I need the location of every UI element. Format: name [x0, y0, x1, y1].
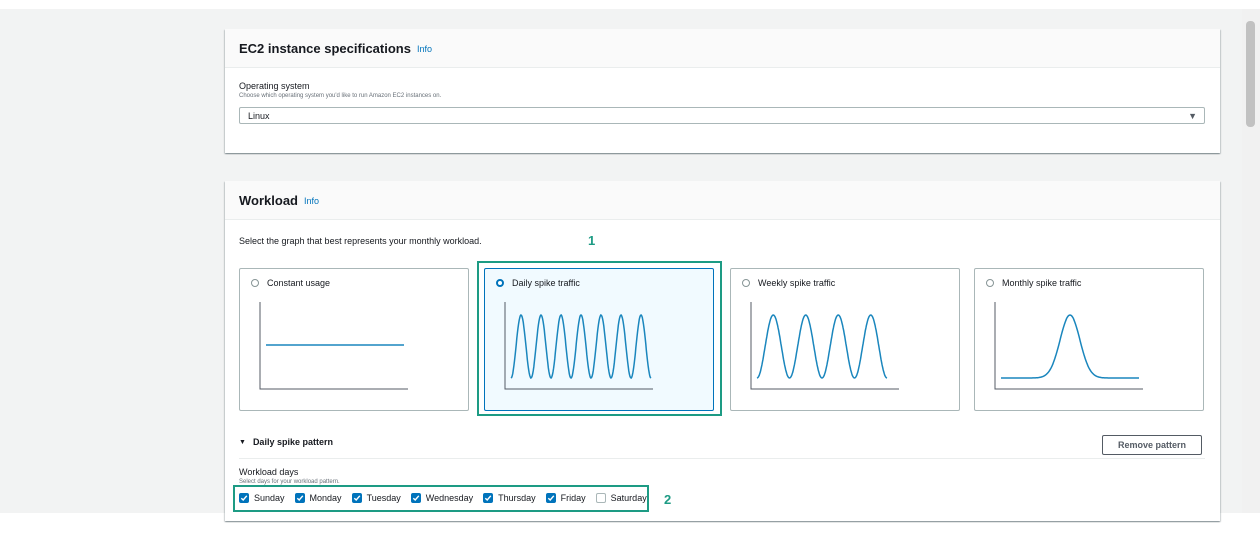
- pattern-section-title: Daily spike pattern: [252, 437, 333, 447]
- ec2-panel-title: EC2 instance specifications: [239, 40, 411, 56]
- ec2-panel-header: EC2 instance specifications Info: [225, 29, 1220, 68]
- os-select[interactable]: Linux ▼: [239, 107, 1205, 124]
- caret-down-icon: ▼: [1188, 110, 1197, 121]
- ec2-info-link[interactable]: Info: [417, 44, 432, 54]
- os-description: Choose which operating system you'd like…: [239, 93, 442, 99]
- series-line: [756, 314, 888, 379]
- os-select-value: Linux: [248, 110, 270, 121]
- highlight-box-days: [233, 485, 649, 512]
- series-line: [1001, 314, 1139, 379]
- workload-days-label: Workload days: [239, 467, 299, 477]
- monthly-spike-graph: [994, 302, 1143, 390]
- remove-pattern-button[interactable]: Remove pattern: [1102, 435, 1202, 455]
- workload-panel-title: Workload: [239, 192, 298, 208]
- daily-spike-pattern-toggle[interactable]: ▼ Daily spike pattern: [239, 437, 333, 447]
- scrollbar-thumb[interactable]: [1246, 21, 1255, 127]
- workload-panel-header: Workload Info: [225, 181, 1220, 220]
- ec2-specifications-panel: EC2 instance specifications Info Operati…: [225, 29, 1220, 153]
- card-weekly-spike-traffic[interactable]: Weekly spike traffic: [730, 268, 960, 411]
- workload-info-link[interactable]: Info: [304, 196, 319, 206]
- step-number-2: 2: [664, 492, 672, 507]
- weekly-spike-graph: [750, 302, 899, 390]
- section-divider: [239, 458, 1205, 459]
- os-label: Operating system: [239, 81, 310, 91]
- workload-panel: Workload Info Select the graph that best…: [225, 181, 1220, 521]
- step-number-1: 1: [588, 233, 596, 248]
- caret-down-icon: ▼: [239, 438, 246, 446]
- vertical-scrollbar[interactable]: [1242, 9, 1260, 513]
- highlight-box-selected-card: [477, 261, 722, 416]
- card-constant-usage[interactable]: Constant usage: [239, 268, 469, 411]
- card-monthly-spike-traffic[interactable]: Monthly spike traffic: [974, 268, 1204, 411]
- constant-usage-graph: [259, 302, 408, 390]
- workload-intro: Select the graph that best represents yo…: [239, 236, 482, 246]
